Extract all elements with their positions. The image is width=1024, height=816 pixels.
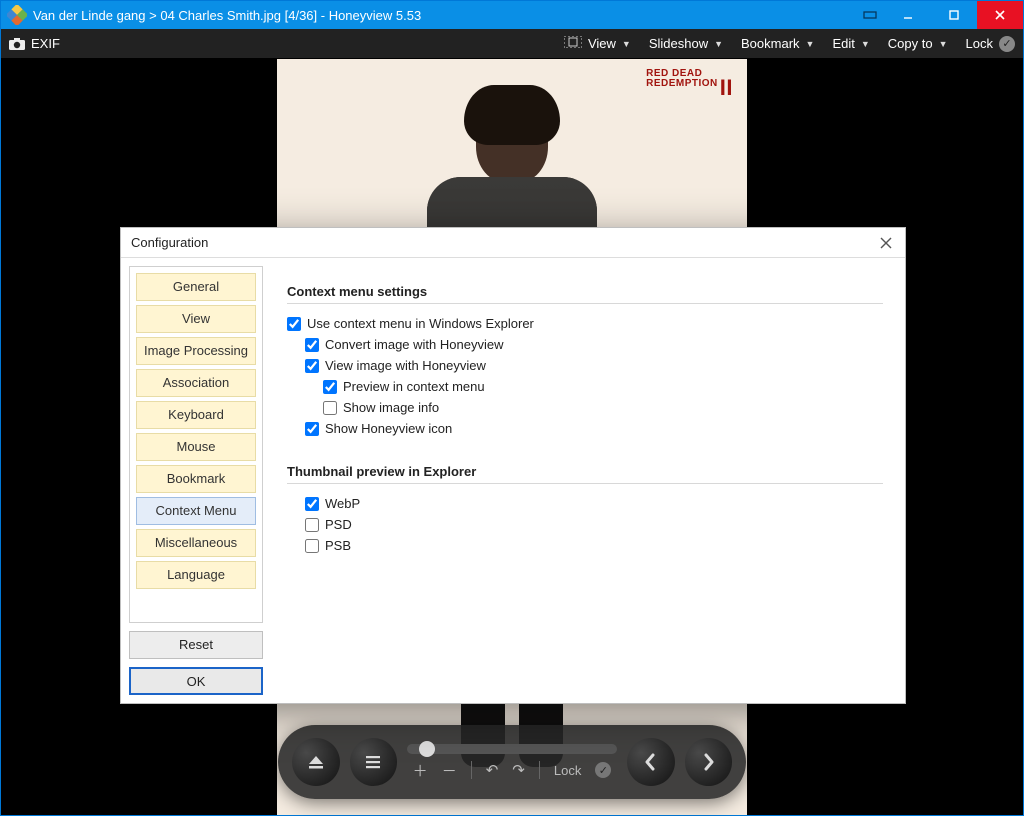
checkbox-input[interactable] <box>323 380 337 394</box>
dialog-nav-column: General View Image Processing Association Ke… <box>129 266 263 695</box>
nav-item-view[interactable]: View <box>136 305 256 333</box>
edit-label: Edit <box>832 36 854 51</box>
lock-toggle[interactable]: Lock ✓ <box>966 36 1015 52</box>
window-minimize-button[interactable] <box>885 1 931 29</box>
checkbox-label: Convert image with Honeyview <box>325 337 503 352</box>
exif-button[interactable]: EXIF <box>31 36 60 51</box>
checkbox-label: Preview in context menu <box>343 379 485 394</box>
dialog-close-button[interactable] <box>877 234 895 252</box>
nav-item-association[interactable]: Association <box>136 369 256 397</box>
checkbox-label: Show Honeyview icon <box>325 421 452 436</box>
copyto-menu[interactable]: Copy to ▼ <box>888 36 948 51</box>
window-compact-button[interactable] <box>855 1 885 29</box>
viewer-control-bar: ＋ － ↶ ↷ Lock ✓ <box>278 725 746 799</box>
chevron-down-icon: ▼ <box>861 39 870 49</box>
separator <box>471 761 472 779</box>
check-circle-icon[interactable]: ✓ <box>595 762 611 778</box>
zoom-slider[interactable] <box>407 744 617 754</box>
checkbox-label: Show image info <box>343 400 439 415</box>
section-thumbnail-preview: Thumbnail preview in Explorer <box>287 464 883 479</box>
dialog-nav-list: General View Image Processing Association Ke… <box>129 266 263 623</box>
window-close-button[interactable] <box>977 1 1023 29</box>
eject-button[interactable] <box>292 738 340 786</box>
nav-item-bookmark[interactable]: Bookmark <box>136 465 256 493</box>
checkbox-preview-in-menu[interactable]: Preview in context menu <box>323 379 883 394</box>
menu-button[interactable] <box>350 738 398 786</box>
reset-button[interactable]: Reset <box>129 631 263 659</box>
checkbox-label: PSB <box>325 538 351 553</box>
nav-item-keyboard[interactable]: Keyboard <box>136 401 256 429</box>
rdr2-logo: RED DEAD REDEMPTIONII <box>646 69 733 97</box>
dialog-content: Context menu settings Use context menu i… <box>273 266 897 695</box>
rotate-cw-button[interactable]: ↷ <box>512 761 525 779</box>
exif-label: EXIF <box>31 36 60 51</box>
nav-item-mouse[interactable]: Mouse <box>136 433 256 461</box>
checkbox-input[interactable] <box>305 539 319 553</box>
bookmark-menu[interactable]: Bookmark ▼ <box>741 36 814 51</box>
nav-item-miscellaneous[interactable]: Miscellaneous <box>136 529 256 557</box>
chevron-down-icon: ▼ <box>714 39 723 49</box>
chevron-down-icon: ▼ <box>622 39 631 49</box>
checkbox-input[interactable] <box>305 518 319 532</box>
zoom-in-button[interactable]: ＋ <box>413 760 428 781</box>
nav-item-context-menu[interactable]: Context Menu <box>136 497 256 525</box>
checkbox-webp[interactable]: WebP <box>305 496 883 511</box>
ok-button[interactable]: OK <box>129 667 263 695</box>
dialog-titlebar[interactable]: Configuration <box>121 228 905 258</box>
checkbox-show-image-info[interactable]: Show image info <box>323 400 883 415</box>
checkbox-label: Use context menu in Windows Explorer <box>307 316 534 331</box>
app-window: Van der Linde gang > 04 Charles Smith.jp… <box>0 0 1024 816</box>
checkbox-label: PSD <box>325 517 352 532</box>
dialog-title: Configuration <box>131 235 877 250</box>
slideshow-label: Slideshow <box>649 36 708 51</box>
checkbox-psd[interactable]: PSD <box>305 517 883 532</box>
separator <box>539 761 540 779</box>
checkbox-label: WebP <box>325 496 360 511</box>
rotate-ccw-button[interactable]: ↶ <box>486 761 499 779</box>
chevron-down-icon: ▼ <box>939 39 948 49</box>
section-context-menu-settings: Context menu settings <box>287 284 883 299</box>
checkbox-input[interactable] <box>305 359 319 373</box>
slideshow-menu[interactable]: Slideshow ▼ <box>649 36 723 51</box>
checkbox-input[interactable] <box>305 338 319 352</box>
edit-menu[interactable]: Edit ▼ <box>832 36 869 51</box>
checkbox-input[interactable] <box>287 317 301 331</box>
lock-label: Lock <box>966 36 993 51</box>
checkbox-psb[interactable]: PSB <box>305 538 883 553</box>
window-title: Van der Linde gang > 04 Charles Smith.jp… <box>33 8 855 23</box>
view-menu[interactable]: View ▼ <box>564 36 631 51</box>
view-mode-icon <box>564 36 582 51</box>
lock-label-small: Lock <box>554 763 581 778</box>
checkbox-use-context-menu[interactable]: Use context menu in Windows Explorer <box>287 316 883 331</box>
bookmark-label: Bookmark <box>741 36 800 51</box>
check-circle-icon: ✓ <box>999 36 1015 52</box>
checkbox-input[interactable] <box>323 401 337 415</box>
window-titlebar[interactable]: Van der Linde gang > 04 Charles Smith.jp… <box>1 1 1023 29</box>
checkbox-convert-image[interactable]: Convert image with Honeyview <box>305 337 883 352</box>
checkbox-label: View image with Honeyview <box>325 358 486 373</box>
honeyview-appicon <box>7 5 27 25</box>
camera-icon <box>9 37 25 51</box>
prev-image-button[interactable] <box>627 738 675 786</box>
chevron-down-icon: ▼ <box>806 39 815 49</box>
window-controls <box>855 1 1023 29</box>
checkbox-view-image[interactable]: View image with Honeyview <box>305 358 883 373</box>
window-maximize-button[interactable] <box>931 1 977 29</box>
nav-item-language[interactable]: Language <box>136 561 256 589</box>
checkbox-input[interactable] <box>305 422 319 436</box>
view-label: View <box>588 36 616 51</box>
nav-item-general[interactable]: General <box>136 273 256 301</box>
checkbox-input[interactable] <box>305 497 319 511</box>
zoom-out-button[interactable]: － <box>442 760 457 781</box>
nav-item-image-processing[interactable]: Image Processing <box>136 337 256 365</box>
configuration-dialog: Configuration General View Image Processin… <box>120 227 906 704</box>
slider-knob[interactable] <box>419 741 435 757</box>
copyto-label: Copy to <box>888 36 933 51</box>
app-toolbar: EXIF View ▼ Slideshow ▼ Bookmark ▼ Edit ▼ Co… <box>1 29 1023 59</box>
checkbox-show-honeyview-icon[interactable]: Show Honeyview icon <box>305 421 883 436</box>
image-viewer[interactable]: RED DEAD REDEMPTIONII seem to value such… <box>1 59 1023 815</box>
next-image-button[interactable] <box>685 738 733 786</box>
